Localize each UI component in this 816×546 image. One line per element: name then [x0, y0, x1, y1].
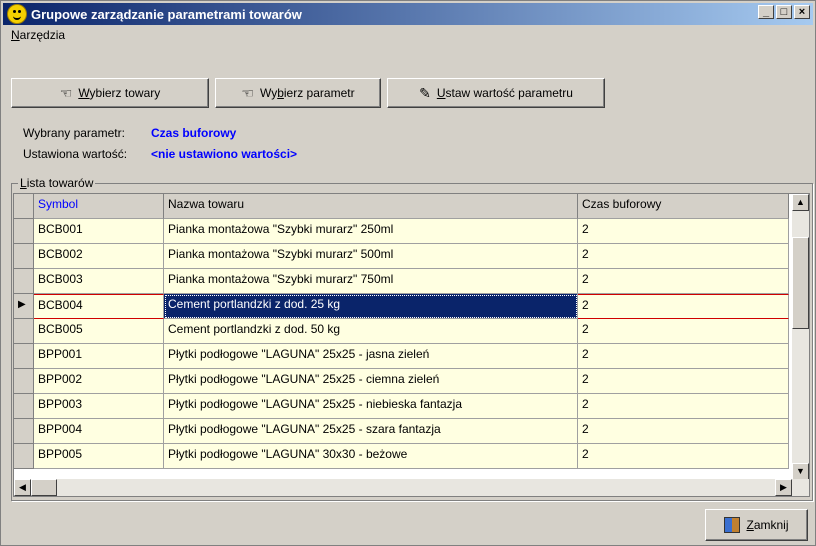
cell-name[interactable]: Pianka montażowa "Szybki murarz" 750ml	[164, 269, 578, 294]
table-row[interactable]: BPP004 Płytki podłogowe "LAGUNA" 25x25 - …	[14, 419, 789, 444]
row-indicator[interactable]	[14, 369, 34, 394]
cell-name[interactable]: Cement portlandzki z dod. 25 kg	[164, 294, 578, 319]
group-title: Lista towarów	[18, 176, 96, 190]
current-row-indicator-icon[interactable]: ▶	[14, 294, 34, 319]
cell-buffer-time[interactable]: 2	[578, 219, 789, 244]
cell-name[interactable]: Cement portlandzki z dod. 50 kg	[164, 319, 578, 344]
items-grid[interactable]: Symbol Nazwa towaru Czas buforowy BCB001…	[13, 193, 810, 497]
scroll-right-icon[interactable]: ▶	[775, 479, 792, 496]
selected-parameter-label: Wybrany parametr:	[23, 126, 125, 140]
table-row[interactable]: BPP002 Płytki podłogowe "LAGUNA" 25x25 - …	[14, 369, 789, 394]
cell-symbol[interactable]: BCB002	[34, 244, 164, 269]
cell-buffer-time[interactable]: 2	[578, 344, 789, 369]
cell-name[interactable]: Pianka montażowa "Szybki murarz" 500ml	[164, 244, 578, 269]
cell-buffer-time[interactable]: 2	[578, 394, 789, 419]
horizontal-scroll-thumb[interactable]	[31, 479, 57, 496]
close-button[interactable]: Zamknij	[705, 509, 808, 541]
door-icon	[724, 517, 741, 533]
cell-symbol[interactable]: BPP001	[34, 344, 164, 369]
cell-symbol[interactable]: BPP003	[34, 394, 164, 419]
row-indicator[interactable]	[14, 219, 34, 244]
table-row[interactable]: BCB001 Pianka montażowa "Szybki murarz" 2…	[14, 219, 789, 244]
row-indicator[interactable]	[14, 344, 34, 369]
set-value-label: Ustawiona wartość:	[23, 147, 128, 161]
maximize-button[interactable]: □	[776, 5, 792, 19]
hand-icon: ☜	[59, 84, 73, 101]
cell-name[interactable]: Płytki podłogowe "LAGUNA" 25x25 - niebie…	[164, 394, 578, 419]
scroll-up-icon[interactable]: ▲	[792, 194, 809, 211]
cell-name[interactable]: Płytki podłogowe "LAGUNA" 25x25 - szara …	[164, 419, 578, 444]
selected-parameter-info: Wybrany parametr: Czas buforowy	[23, 126, 236, 140]
set-parameter-value-button[interactable]: ✎ Ustaw wartość parametru	[387, 78, 605, 108]
column-header-symbol[interactable]: Symbol	[34, 194, 164, 219]
table-row[interactable]: ▶ BCB004 Cement portlandzki z dod. 25 kg 2	[14, 294, 789, 319]
column-header-name[interactable]: Nazwa towaru	[164, 194, 578, 219]
row-indicator[interactable]	[14, 444, 34, 469]
cell-buffer-time[interactable]: 2	[578, 444, 789, 469]
table-row[interactable]: BPP003 Płytki podłogowe "LAGUNA" 25x25 - …	[14, 394, 789, 419]
grid-header: Symbol Nazwa towaru Czas buforowy	[14, 194, 789, 219]
table-row[interactable]: BCB002 Pianka montażowa "Szybki murarz" 5…	[14, 244, 789, 269]
vertical-scrollbar[interactable]: ▲ ▼	[792, 194, 809, 480]
cell-buffer-time[interactable]: 2	[578, 369, 789, 394]
menu-narzedzia[interactable]: Narzędzia	[5, 28, 71, 42]
row-indicator[interactable]	[14, 419, 34, 444]
cell-buffer-time[interactable]: 2	[578, 269, 789, 294]
cell-symbol[interactable]: BPP005	[34, 444, 164, 469]
smiley-icon	[7, 4, 27, 24]
scroll-down-icon[interactable]: ▼	[792, 463, 809, 480]
close-window-button[interactable]: ×	[794, 5, 810, 19]
cell-symbol[interactable]: BCB001	[34, 219, 164, 244]
cell-symbol[interactable]: BCB005	[34, 319, 164, 344]
row-indicator[interactable]	[14, 269, 34, 294]
column-header-buffer-time[interactable]: Czas buforowy	[578, 194, 789, 219]
hand-icon: ☜	[241, 84, 254, 101]
cell-symbol[interactable]: BCB003	[34, 269, 164, 294]
cell-symbol[interactable]: BPP002	[34, 369, 164, 394]
row-indicator[interactable]	[14, 244, 34, 269]
minimize-button[interactable]: _	[758, 5, 774, 19]
menu-bar: Narzędzia	[5, 25, 71, 45]
set-value-value: <nie ustawiono wartości>	[151, 147, 298, 161]
cell-name[interactable]: Płytki podłogowe "LAGUNA" 30x30 - beżowe	[164, 444, 578, 469]
select-parameter-button[interactable]: ☜ Wybierz parametr	[215, 78, 381, 108]
cell-name[interactable]: Płytki podłogowe "LAGUNA" 25x25 - jasna …	[164, 344, 578, 369]
pencil-icon: ✎	[419, 84, 431, 101]
main-window: Grupowe zarządzanie parametrami towarów …	[0, 0, 816, 546]
selected-parameter-value: Czas buforowy	[151, 126, 237, 140]
horizontal-scrollbar[interactable]: ◀ ▶	[14, 479, 809, 496]
row-indicator[interactable]	[14, 394, 34, 419]
cell-symbol[interactable]: BPP004	[34, 419, 164, 444]
title-bar[interactable]: Grupowe zarządzanie parametrami towarów …	[3, 3, 813, 25]
window-title: Grupowe zarządzanie parametrami towarów	[31, 6, 302, 22]
table-row[interactable]: BCB003 Pianka montażowa "Szybki murarz" 7…	[14, 269, 789, 294]
cell-symbol[interactable]: BCB004	[34, 294, 164, 319]
table-row[interactable]: BCB005 Cement portlandzki z dod. 50 kg 2	[14, 319, 789, 344]
scroll-left-icon[interactable]: ◀	[14, 479, 31, 496]
table-row[interactable]: BPP005 Płytki podłogowe "LAGUNA" 30x30 - …	[14, 444, 789, 469]
cell-name[interactable]: Pianka montażowa "Szybki murarz" 250ml	[164, 219, 578, 244]
row-indicator[interactable]	[14, 319, 34, 344]
cell-name[interactable]: Płytki podłogowe "LAGUNA" 25x25 - ciemna…	[164, 369, 578, 394]
table-row[interactable]: BPP001 Płytki podłogowe "LAGUNA" 25x25 - …	[14, 344, 789, 369]
cell-buffer-time[interactable]: 2	[578, 319, 789, 344]
select-items-button[interactable]: ☜ Wybierz towary	[11, 78, 209, 108]
vertical-scroll-thumb[interactable]	[792, 237, 809, 329]
cell-buffer-time[interactable]: 2	[578, 294, 789, 319]
cell-buffer-time[interactable]: 2	[578, 244, 789, 269]
header-indicator	[14, 194, 34, 219]
set-value-info: Ustawiona wartość: <nie ustawiono wartośc…	[23, 147, 297, 161]
cell-buffer-time[interactable]: 2	[578, 419, 789, 444]
toolbar: ☜ Wybierz towary ☜ Wybierz parametr ✎ Us…	[11, 78, 611, 108]
